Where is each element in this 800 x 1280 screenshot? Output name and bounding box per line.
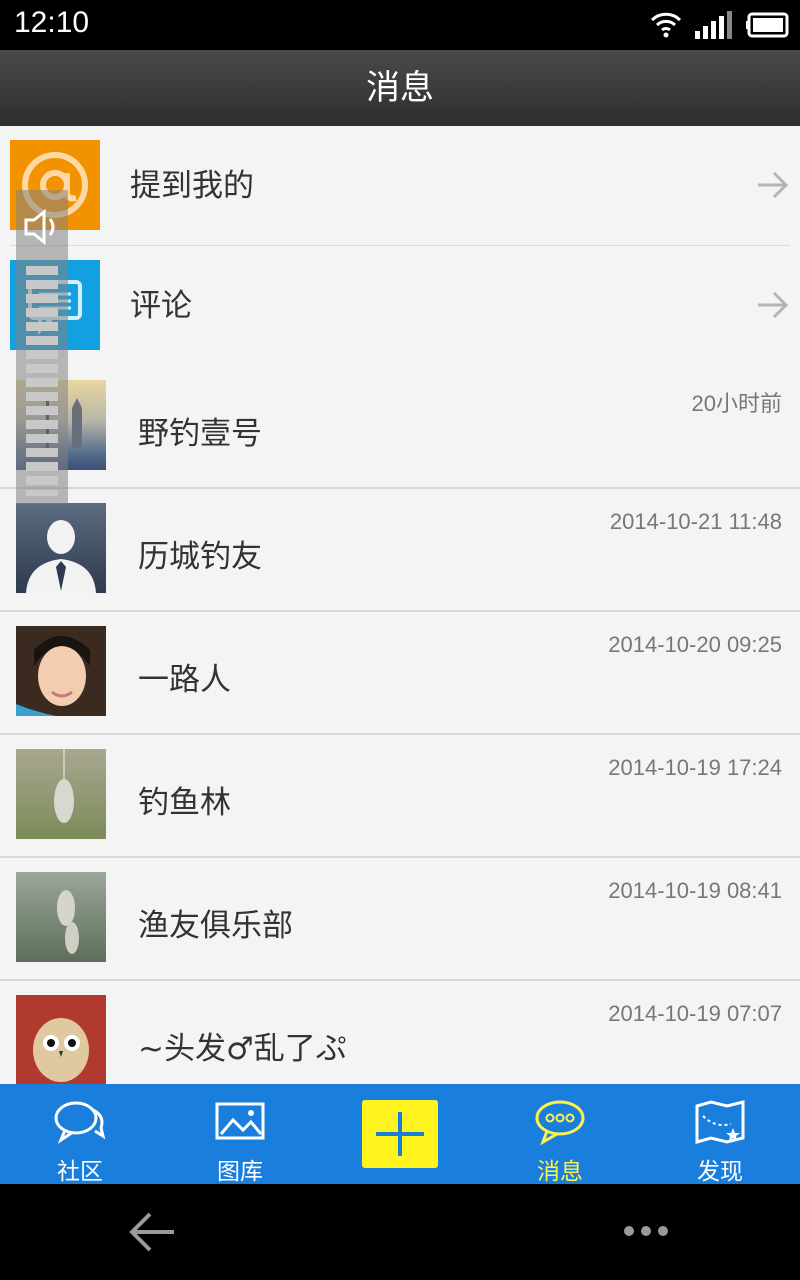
volume-slider[interactable] [16, 190, 68, 504]
tab-gallery[interactable]: 图库 [160, 1084, 320, 1185]
bottom-tab-bar: 社区 图库 消息 发现 [0, 1084, 800, 1185]
system-nav-bar [0, 1184, 800, 1280]
status-icons [650, 10, 790, 40]
message-time: 2014-10-19 08:41 [608, 878, 782, 903]
plus-button[interactable] [362, 1100, 438, 1168]
message-item[interactable]: ~头发♂乱了ぷ 2014-10-19 07:07 [0, 981, 800, 1084]
message-item[interactable]: 渔友俱乐部 2014-10-19 08:41 [0, 858, 800, 981]
avatar [16, 995, 106, 1084]
community-icon [54, 1101, 106, 1144]
back-icon[interactable] [128, 1210, 178, 1254]
page-title: 消息 [366, 68, 434, 108]
tab-community-label: 社区 [57, 1159, 103, 1185]
mentions-label: 提到我的 [130, 168, 254, 204]
page-title-bar: 消息 [0, 50, 800, 126]
sender-name: ~头发♂乱了ぷ [138, 1031, 347, 1067]
message-time: 2014-10-20 09:25 [608, 632, 782, 657]
avatar [16, 749, 106, 839]
discover-icon [695, 1100, 745, 1144]
sender-name: 一路人 [138, 662, 231, 698]
sender-name: 钓鱼林 [138, 785, 231, 821]
wifi-icon [650, 12, 682, 38]
tab-community[interactable]: 社区 [0, 1084, 160, 1185]
message-item[interactable]: 一路人 2014-10-20 09:25 [0, 612, 800, 735]
volume-level-bars [26, 266, 58, 496]
message-time: 2014-10-21 11:48 [609, 509, 782, 534]
tab-discover[interactable]: 发现 [640, 1084, 800, 1185]
comments-row[interactable]: 评论 [0, 246, 800, 366]
message-item[interactable]: 野钓壹号 20小时前 [0, 366, 800, 489]
avatar [16, 872, 106, 962]
gallery-icon [215, 1102, 265, 1140]
message-item[interactable]: 历城钓友 2014-10-21 11:48 [0, 489, 800, 612]
tab-messages[interactable]: 消息 [480, 1084, 640, 1185]
message-item[interactable]: 钓鱼林 2014-10-19 17:24 [0, 735, 800, 858]
message-list[interactable]: 提到我的 评论 野钓壹号 20小时前 历城钓友 2014-10-21 11:48… [0, 126, 800, 1084]
tab-gallery-label: 图库 [217, 1159, 263, 1185]
battery-icon [746, 12, 789, 38]
arrow-right-icon [758, 171, 789, 199]
sender-name: 历城钓友 [138, 539, 262, 575]
message-time: 2014-10-19 07:07 [608, 1001, 782, 1026]
sender-name: 渔友俱乐部 [138, 908, 293, 944]
sender-name: 野钓壹号 [138, 416, 262, 452]
arrow-right-icon [758, 291, 789, 319]
message-time: 20小时前 [691, 391, 782, 416]
avatar [16, 626, 106, 716]
message-icon [535, 1100, 585, 1146]
comments-label: 评论 [130, 288, 192, 324]
mentions-row[interactable]: 提到我的 [0, 126, 800, 246]
status-bar: 12:10 [0, 0, 800, 50]
more-icon[interactable] [622, 1224, 670, 1238]
message-time: 2014-10-19 17:24 [608, 755, 782, 780]
status-time: 12:10 [14, 6, 90, 39]
plus-icon [376, 1112, 424, 1156]
speaker-icon [24, 208, 55, 246]
tab-messages-label: 消息 [537, 1159, 583, 1185]
avatar [16, 503, 106, 593]
tab-discover-label: 发现 [697, 1159, 743, 1185]
signal-icon [695, 11, 732, 39]
